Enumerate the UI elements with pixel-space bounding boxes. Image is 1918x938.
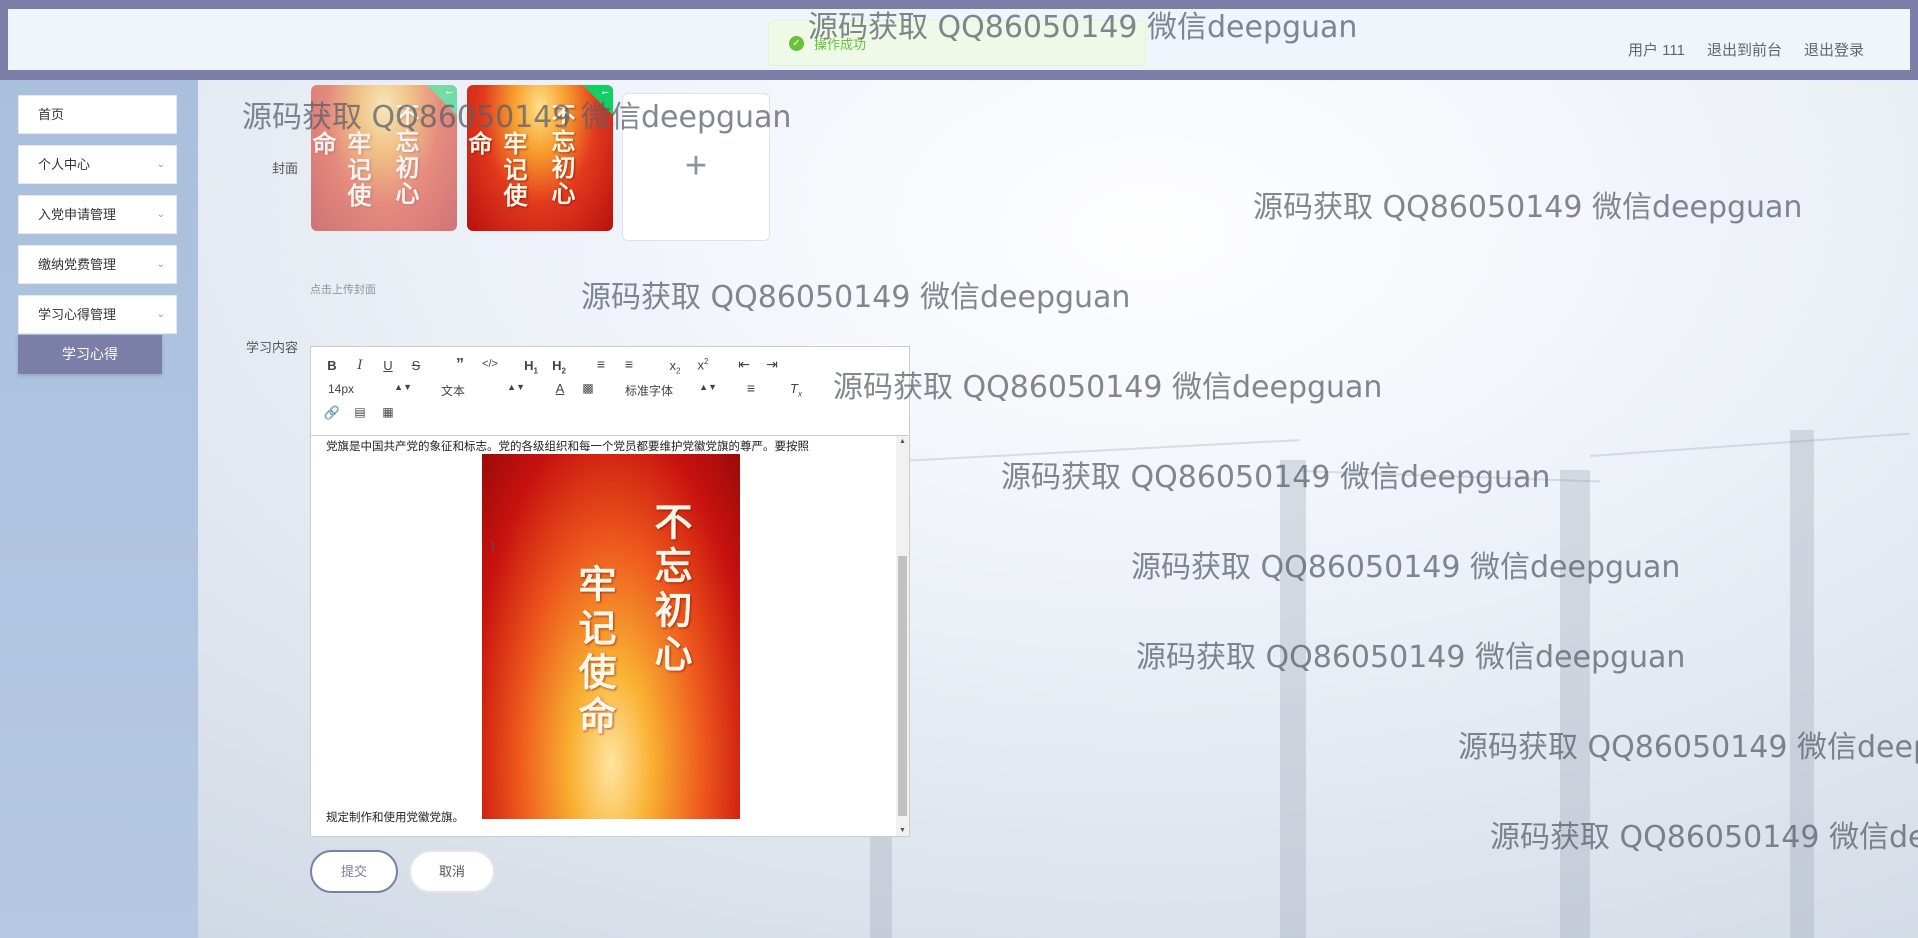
bold-icon[interactable]: B <box>323 358 341 373</box>
cover-label: 封面 <box>271 161 298 176</box>
editor-content[interactable]: 党旗是中国共产党的象征和标志。党的各级组织和每一个党员都要维护党徽党旗的尊严。要… <box>311 436 896 836</box>
background-scene <box>0 0 1918 938</box>
sidebar-item-label: 学习心得管理 <box>38 307 117 322</box>
chevron-down-icon: ⌄ <box>156 309 165 320</box>
poster-text-line-1: 不忘初心 <box>547 103 576 207</box>
font-family-select[interactable]: 标准字体 ▲▼ <box>625 382 717 399</box>
scroll-up-icon[interactable]: ▲ <box>896 438 909 445</box>
check-icon: ✓ <box>581 85 613 117</box>
chevron-down-icon: ⌄ <box>156 159 165 170</box>
cancel-button[interactable]: 取消 <box>409 850 495 893</box>
poster-text-line-2: 牢记使命 <box>311 131 372 209</box>
rich-text-editor: B I U S ” </> H1 H2 ≡ ≡ x2 x2 ⇤ ⇥ 14px ▲… <box>310 346 910 837</box>
content-paragraph-2: 规定制作和使用党徽党旗。 <box>326 812 464 824</box>
back-to-front-link[interactable]: 退出到前台 <box>1707 39 1782 60</box>
link-icon[interactable]: 🔗 <box>323 405 341 421</box>
image-icon[interactable]: ▤ <box>351 405 369 419</box>
scroll-thumb[interactable] <box>898 556 907 816</box>
bullet-list-icon[interactable]: ≡ <box>620 356 638 372</box>
outdent-icon[interactable]: ⇤ <box>735 356 753 373</box>
editor-scrollbar[interactable]: ▲ ▼ <box>896 436 909 836</box>
cover-image: 不忘初心 牢记使命 ✓ <box>311 85 457 231</box>
header-select[interactable]: 文本 ▲▼ <box>441 382 525 399</box>
sidebar-item-party-dues[interactable]: 缴纳党费管理 ⌄ <box>18 245 177 284</box>
poster-text-line-1: 不忘初心 <box>391 103 420 207</box>
plus-icon: + <box>684 145 708 187</box>
content-paragraph-1: 党旗是中国共产党的象征和标志。党的各级组织和每一个党员都要维护党徽党旗的尊严。要… <box>326 441 809 453</box>
video-icon[interactable]: ▦ <box>379 405 397 419</box>
font-size-select[interactable]: 14px ▲▼ <box>328 382 412 396</box>
sidebar-item-label: 首页 <box>38 107 65 122</box>
logout-link[interactable]: 退出登录 <box>1804 39 1864 60</box>
clear-format-icon[interactable]: Tx <box>787 381 805 399</box>
sidebar-item-label: 入党申请管理 <box>38 207 117 222</box>
submit-button[interactable]: 提交 <box>310 850 398 893</box>
ordered-list-icon[interactable]: ≡ <box>592 356 610 372</box>
underline-icon[interactable]: U <box>379 358 397 373</box>
editor-toolbar: B I U S ” </> H1 H2 ≡ ≡ x2 x2 ⇤ ⇥ 14px ▲… <box>311 347 909 436</box>
content-label: 学习内容 <box>245 340 298 355</box>
content-poster: 不忘初心 牢记使命 <box>482 454 740 819</box>
strikethrough-icon[interactable]: S <box>407 358 425 373</box>
sidebar-item-study-notes[interactable]: 学习心得管理 ⌄ <box>18 295 177 334</box>
poster-text-line-2: 牢记使命 <box>467 131 528 209</box>
success-toast: ✓ 操作成功 <box>768 20 1146 66</box>
blockquote-icon[interactable]: ” <box>451 356 469 374</box>
italic-icon[interactable]: I <box>351 358 369 373</box>
sidebar-item-label: 个人中心 <box>38 157 91 172</box>
font-size-value: 14px <box>328 382 355 396</box>
scroll-down-icon[interactable]: ▼ <box>896 827 909 834</box>
top-links: 用户 111 退出到前台 退出登录 <box>1628 39 1864 60</box>
sidebar-item-label: 缴纳党费管理 <box>38 257 117 272</box>
superscript-icon[interactable]: x2 <box>692 357 714 372</box>
align-icon[interactable]: ≡ <box>742 380 760 396</box>
select-arrows-icon: ▲▼ <box>394 382 412 392</box>
cover-thumbnail[interactable]: 不忘初心 牢记使命 ✓ <box>311 85 457 231</box>
poster-text-line-1: 不忘初心 <box>648 502 693 678</box>
select-arrows-icon: ▲▼ <box>507 382 525 392</box>
font-family-value: 标准字体 <box>625 384 674 398</box>
code-block-icon[interactable]: </> <box>479 358 501 370</box>
cover-upload-button[interactable]: + <box>622 93 770 241</box>
heading-1-icon[interactable]: H1 <box>520 358 542 376</box>
sidebar: 首页 个人中心 ⌄ 入党申请管理 ⌄ 缴纳党费管理 ⌄ 学习心得管理 ⌄ 学习心… <box>0 80 198 938</box>
heading-2-icon[interactable]: H2 <box>548 358 570 376</box>
subscript-icon[interactable]: x2 <box>664 358 686 376</box>
user-label: 用户 111 <box>1628 42 1685 59</box>
cover-hint: 点击上传封面 <box>310 284 376 296</box>
select-arrows-icon: ▲▼ <box>699 382 717 392</box>
submenu-item-study-notes[interactable]: 学习心得 <box>18 335 162 374</box>
poster-text-line-2: 牢记使命 <box>572 564 617 740</box>
chevron-down-icon: ⌄ <box>156 259 165 270</box>
chevron-down-icon: ⌄ <box>156 209 165 220</box>
text-cursor-icon: I <box>491 538 495 554</box>
font-color-icon[interactable]: A <box>551 381 569 396</box>
check-circle-icon: ✓ <box>789 35 804 51</box>
indent-icon[interactable]: ⇥ <box>763 356 781 373</box>
sidebar-item-home[interactable]: 首页 <box>18 95 177 134</box>
toast-message: 操作成功 <box>814 36 867 52</box>
check-icon: ✓ <box>425 85 457 117</box>
sidebar-item-personal-center[interactable]: 个人中心 ⌄ <box>18 145 177 184</box>
cover-image: 不忘初心 牢记使命 ✓ <box>467 85 613 231</box>
sidebar-item-party-application[interactable]: 入党申请管理 ⌄ <box>18 195 177 234</box>
content-image[interactable]: 不忘初心 牢记使命 <box>482 454 740 819</box>
background-color-icon[interactable]: ▩ <box>579 381 597 395</box>
cover-thumbnail[interactable]: 不忘初心 牢记使命 ✓ <box>467 85 613 231</box>
header-select-value: 文本 <box>441 384 466 398</box>
